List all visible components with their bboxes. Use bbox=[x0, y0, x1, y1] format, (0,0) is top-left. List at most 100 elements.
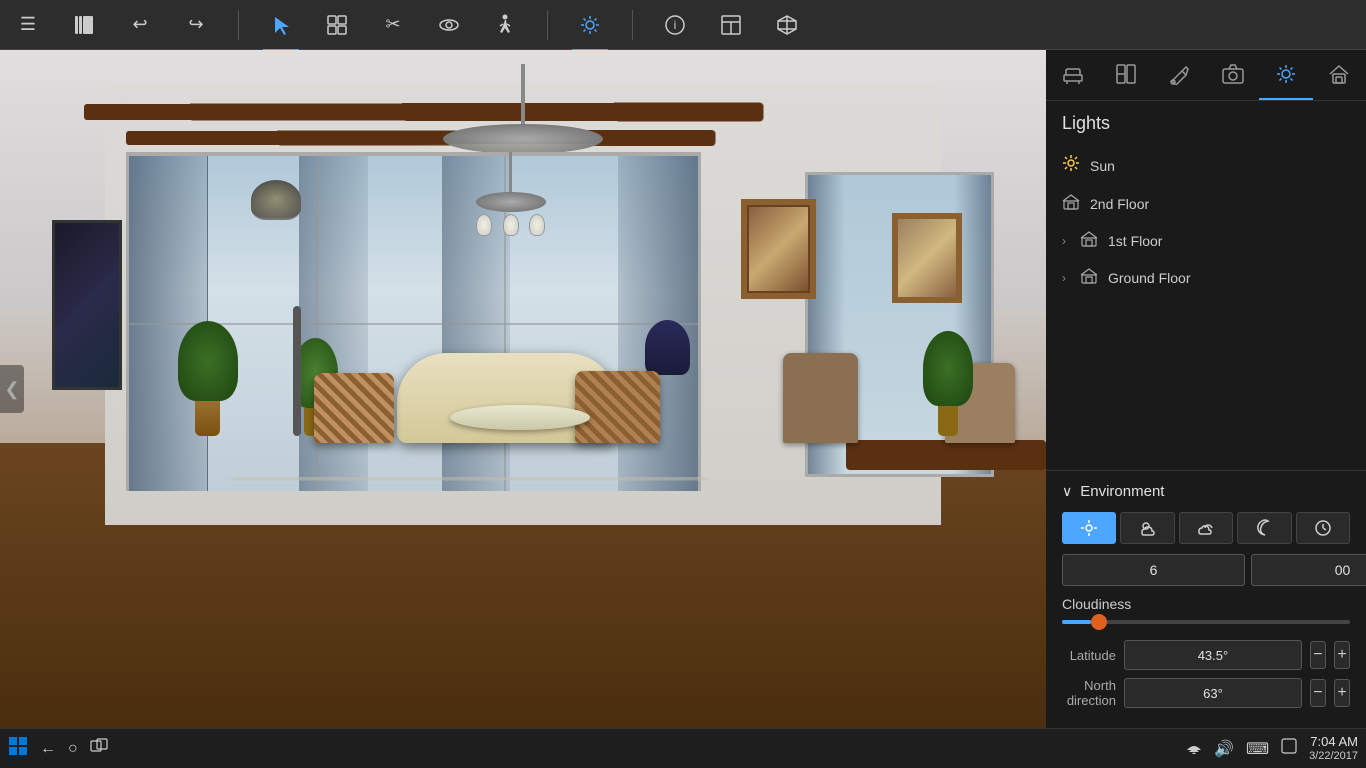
coffee-table bbox=[450, 405, 590, 430]
3d-viewport[interactable]: ❮ bbox=[0, 50, 1046, 728]
north-direction-label: North direction bbox=[1062, 678, 1116, 708]
notification-icon[interactable] bbox=[1281, 738, 1297, 759]
separator-3 bbox=[632, 10, 633, 40]
btn-clock[interactable] bbox=[1296, 512, 1350, 544]
ground-floor-label: Ground Floor bbox=[1108, 270, 1190, 286]
svg-text:i: i bbox=[674, 18, 677, 32]
cloudiness-slider[interactable] bbox=[1062, 620, 1350, 624]
tab-home[interactable] bbox=[1313, 50, 1366, 100]
sun-label: Sun bbox=[1090, 158, 1115, 174]
main-area: ❮ bbox=[0, 50, 1366, 728]
select-button[interactable] bbox=[263, 7, 299, 43]
panel-spacer bbox=[1046, 308, 1366, 470]
redo-button[interactable]: ↪ bbox=[178, 7, 214, 43]
painting-1 bbox=[741, 199, 816, 299]
cloudiness-thumb[interactable] bbox=[1091, 614, 1107, 630]
light-item-1st-floor[interactable]: › 1st Floor bbox=[1062, 222, 1350, 259]
panel-toolbar bbox=[1046, 50, 1366, 101]
chandelier-rod bbox=[521, 64, 525, 124]
library-button[interactable] bbox=[66, 7, 102, 43]
north-direction-minus-button[interactable]: − bbox=[1310, 679, 1326, 707]
time-minute-input[interactable] bbox=[1251, 554, 1366, 586]
plant-1 bbox=[178, 321, 238, 436]
environment-header[interactable]: ∨ Environment bbox=[1062, 483, 1350, 500]
floor-lamp-rod bbox=[293, 306, 301, 436]
latitude-plus-button[interactable]: + bbox=[1334, 641, 1350, 669]
chandelier-2 bbox=[471, 152, 551, 236]
separator-1 bbox=[238, 10, 239, 40]
layout-button[interactable] bbox=[713, 7, 749, 43]
north-direction-plus-button[interactable]: + bbox=[1334, 679, 1350, 707]
btn-partly-cloudy[interactable] bbox=[1120, 512, 1174, 544]
north-direction-input[interactable] bbox=[1124, 678, 1302, 708]
btn-cloudy[interactable] bbox=[1179, 512, 1233, 544]
1st-floor-label: 1st Floor bbox=[1108, 233, 1162, 249]
3d-view-button[interactable] bbox=[769, 7, 805, 43]
tab-furniture[interactable] bbox=[1046, 50, 1099, 100]
light-item-sun[interactable]: Sun bbox=[1062, 146, 1350, 185]
lights-title: Lights bbox=[1062, 113, 1350, 134]
time-inputs-row bbox=[1062, 554, 1350, 586]
environment-title: Environment bbox=[1080, 483, 1164, 500]
dining-chair-2 bbox=[783, 353, 858, 443]
objects-button[interactable] bbox=[319, 7, 355, 43]
1st-floor-expand-icon: › bbox=[1062, 234, 1066, 248]
rug bbox=[229, 477, 711, 480]
info-button[interactable]: i bbox=[657, 7, 693, 43]
menu-button[interactable]: ☰ bbox=[10, 7, 46, 43]
walk-button[interactable] bbox=[487, 7, 523, 43]
ceiling-beam-1 bbox=[84, 103, 764, 122]
ground-floor-expand-icon: › bbox=[1062, 271, 1066, 285]
ground-floor-icon bbox=[1080, 267, 1098, 288]
separator-2 bbox=[547, 10, 548, 40]
tab-build[interactable] bbox=[1099, 50, 1152, 100]
sun-icon bbox=[1062, 154, 1080, 177]
artwork-left bbox=[52, 220, 122, 390]
cut-button[interactable]: ✂ bbox=[375, 7, 411, 43]
1st-floor-floor-icon bbox=[1080, 230, 1098, 251]
undo-button[interactable]: ↩ bbox=[122, 7, 158, 43]
taskbar-right: 🔊 ⌨ 7:04 AM 3/22/2017 bbox=[1186, 734, 1358, 763]
latitude-minus-button[interactable]: − bbox=[1310, 641, 1326, 669]
tab-paint[interactable] bbox=[1153, 50, 1206, 100]
dining-table bbox=[846, 440, 1046, 470]
latitude-input[interactable] bbox=[1124, 640, 1302, 670]
time-block[interactable]: 7:04 AM 3/22/2017 bbox=[1309, 734, 1358, 763]
plant-right bbox=[923, 331, 973, 436]
lights-section: Lights Sun bbox=[1046, 101, 1366, 308]
start-button[interactable] bbox=[8, 736, 28, 762]
light-item-2nd-floor[interactable]: 2nd Floor bbox=[1062, 185, 1350, 222]
cloudiness-fill bbox=[1062, 620, 1091, 624]
latitude-label: Latitude bbox=[1062, 648, 1116, 663]
2nd-floor-icon bbox=[1062, 193, 1080, 214]
environment-section: ∨ Environment bbox=[1046, 470, 1366, 728]
volume-icon[interactable]: 🔊 bbox=[1214, 739, 1234, 759]
floor-lamp-shade bbox=[251, 180, 301, 220]
right-panel: Lights Sun bbox=[1046, 50, 1366, 728]
tab-camera[interactable] bbox=[1206, 50, 1259, 100]
left-navigation-arrow[interactable]: ❮ bbox=[0, 365, 24, 413]
armchair-2 bbox=[575, 371, 660, 443]
north-direction-row: North direction − + bbox=[1062, 678, 1350, 708]
search-button[interactable]: ○ bbox=[68, 740, 78, 758]
tab-lights[interactable] bbox=[1259, 50, 1312, 100]
sun-button[interactable] bbox=[572, 7, 608, 43]
room-scene: ❮ bbox=[0, 50, 1046, 728]
environment-collapse-icon: ∨ bbox=[1062, 483, 1072, 500]
btn-clear-sky[interactable] bbox=[1062, 512, 1116, 544]
light-item-ground-floor[interactable]: › Ground Floor bbox=[1062, 259, 1350, 296]
keyboard-icon[interactable]: ⌨ bbox=[1246, 739, 1269, 759]
task-view-button[interactable] bbox=[90, 737, 108, 760]
taskbar: ← ○ 🔊 ⌨ 7:04 AM 3/22/2017 bbox=[0, 728, 1366, 768]
latitude-row: Latitude − + bbox=[1062, 640, 1350, 670]
cloudiness-label: Cloudiness bbox=[1062, 596, 1350, 612]
back-button[interactable]: ← bbox=[40, 740, 56, 758]
top-toolbar: ☰ ↩ ↪ ✂ bbox=[0, 0, 1366, 50]
time-hour-input[interactable] bbox=[1062, 554, 1245, 586]
table-lamp-shade bbox=[645, 320, 690, 375]
view-button[interactable] bbox=[431, 7, 467, 43]
btn-night[interactable] bbox=[1237, 512, 1291, 544]
time-display: 7:04 AM bbox=[1309, 734, 1358, 750]
armchair-1 bbox=[314, 373, 394, 443]
network-icon[interactable] bbox=[1186, 738, 1202, 759]
